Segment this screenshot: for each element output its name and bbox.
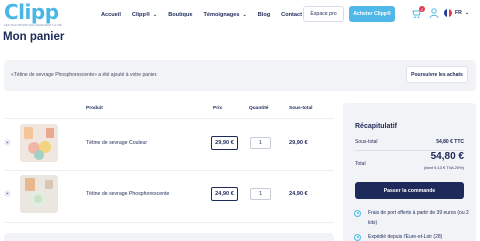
nav-item-label: Contact: [281, 12, 302, 18]
product-thumbnail[interactable]: [20, 175, 58, 213]
french-flag-icon: [444, 9, 452, 17]
main-nav: Accueil Clipp® ⌄ Boutique Témoignages ⌄ Bl…: [101, 8, 313, 22]
summary-subtotal-line: Sous-total 54,80 € TTC: [355, 139, 464, 145]
nav-item-label: Témoignages: [203, 12, 240, 18]
logo-text: Clipp: [4, 0, 59, 24]
nav-item-blog[interactable]: Blog: [258, 12, 270, 18]
summary-total-value: 54,80 €: [430, 151, 464, 162]
product-subtotal: 24,90 €: [289, 191, 308, 197]
row-divider: [4, 118, 334, 119]
continue-shopping-button[interactable]: Poursuivre les achats: [406, 66, 468, 83]
cart-notice: «Tétine de sevrage Phosphorescente» a ét…: [4, 60, 476, 91]
language-label: FR: [455, 10, 462, 16]
cart-footer-panel: [4, 233, 334, 241]
origin-info: Expédié depuis l'Eure-et-Loir (28): [354, 232, 469, 241]
pro-space-button[interactable]: Espace pro: [303, 6, 344, 22]
remove-item-button[interactable]: ×: [4, 139, 11, 146]
nav-item-temoignages[interactable]: Témoignages ⌄: [203, 12, 246, 18]
notice-message: «Tétine de sevrage Phosphorescente» a ét…: [11, 72, 158, 78]
column-header-price: Prix: [213, 106, 223, 111]
nav-item-label: Boutique: [168, 12, 193, 18]
clipp-logo[interactable]: Clipp LES SOLUTIONS QUI CHANGENT LA VIE: [4, 0, 62, 27]
product-price: 24,90 €: [211, 187, 238, 201]
product-subtotal: 29,90 €: [289, 140, 308, 146]
nav-item-boutique[interactable]: Boutique: [168, 12, 192, 18]
buy-clipp-button[interactable]: Acheter Clipp®: [349, 6, 395, 22]
page-title: Mon panier: [3, 31, 65, 43]
product-thumbnail[interactable]: [20, 124, 58, 162]
chevron-down-icon: ⌄: [242, 12, 247, 18]
summary-title: Récapitulatif: [355, 123, 398, 130]
shipping-info: Frais de port offerts à partir de 39 eur…: [354, 208, 469, 228]
nav-item-accueil[interactable]: Accueil: [101, 12, 121, 18]
order-summary: Récapitulatif Sous-total 54,80 € TTC Tot…: [343, 103, 476, 241]
nav-item-label: Clipp®: [131, 12, 151, 18]
chevron-down-icon: ⌄: [464, 10, 470, 16]
column-header-product: Produit: [86, 106, 103, 111]
nav-item-label: Blog: [257, 12, 271, 18]
column-header-subtotal: Sous-total: [289, 106, 313, 111]
truck-icon: [354, 209, 361, 217]
row-divider: [4, 222, 334, 223]
quantity-input[interactable]: 1: [250, 137, 271, 149]
summary-subtotal-label: Sous-total: [355, 139, 378, 145]
checkout-button[interactable]: Passer la commande: [355, 182, 464, 199]
remove-item-button[interactable]: ×: [4, 190, 11, 197]
product-name[interactable]: Tétine de sevrage Couleur: [86, 140, 147, 146]
product-image-phosphorescente: [20, 175, 58, 213]
quantity-input[interactable]: 1: [250, 188, 271, 200]
cart-count-badge: 2: [419, 6, 425, 12]
chevron-down-icon: ⌄: [153, 12, 158, 18]
language-selector[interactable]: FR ⌄: [444, 9, 469, 17]
origin-info-text: Expédié depuis l'Eure-et-Loir (28): [368, 234, 443, 240]
row-divider: [4, 170, 334, 171]
user-icon[interactable]: [429, 8, 439, 19]
location-icon: [354, 233, 361, 241]
logo-subtitle: LES SOLUTIONS QUI CHANGENT LA VIE: [4, 23, 62, 27]
product-price: 29,90 €: [211, 136, 238, 150]
column-header-quantity: Quantité: [249, 106, 269, 111]
shipping-info-text: Frais de port offerts à partir de 39 eur…: [368, 210, 469, 226]
product-image-couleur: [20, 124, 58, 162]
product-name[interactable]: Tétine de sevrage Phosphorescente: [86, 191, 169, 197]
nav-item-clipp[interactable]: Clipp® ⌄: [132, 12, 157, 18]
nav-item-label: Accueil: [101, 12, 121, 18]
nav-item-contact[interactable]: Contact: [281, 12, 302, 18]
summary-total-label: Total: [355, 161, 366, 167]
summary-tax-note: (dont 9,13 € TVA 20%): [423, 165, 464, 170]
summary-subtotal-value: 54,80 € TTC: [436, 139, 464, 145]
